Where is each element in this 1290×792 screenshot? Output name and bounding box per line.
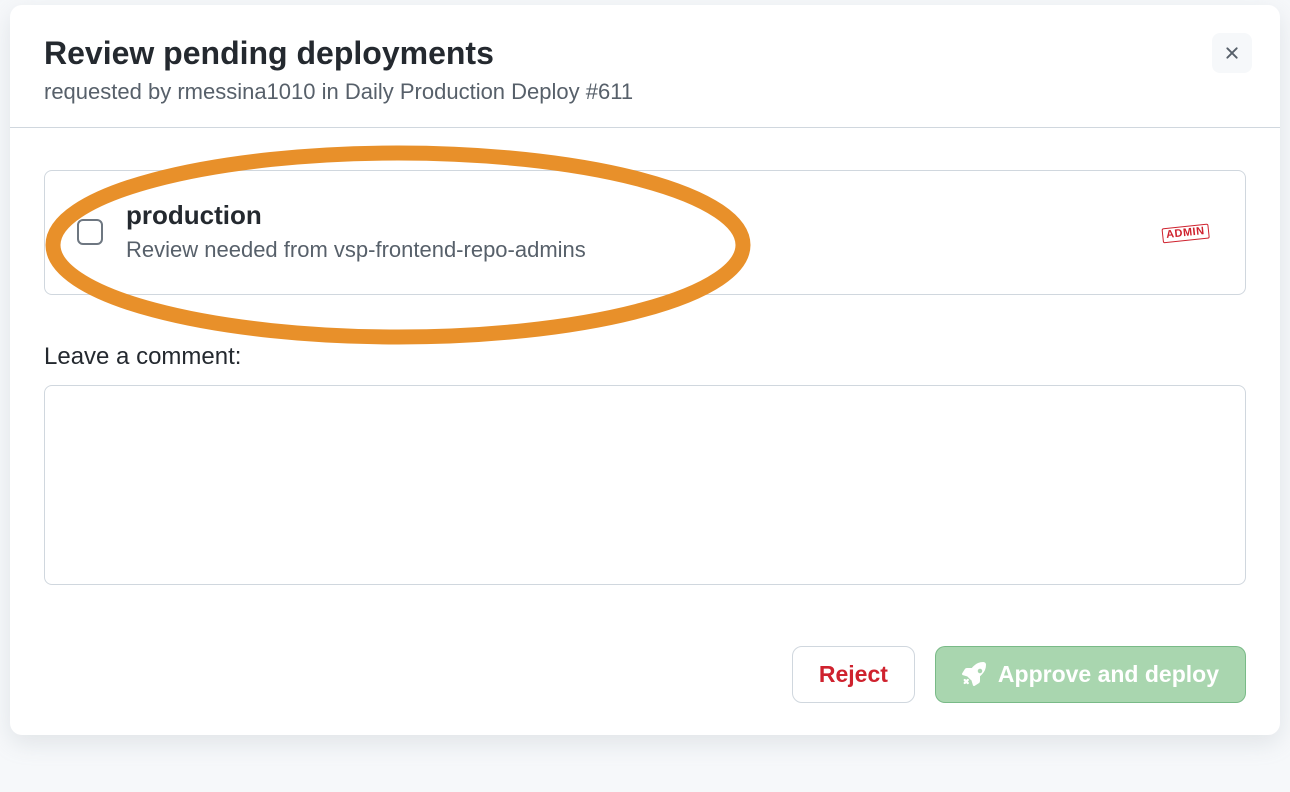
environment-item[interactable]: production Review needed from vsp-fronte… xyxy=(44,170,1246,295)
reject-button[interactable]: Reject xyxy=(792,646,915,704)
workflow-name: Daily Production Deploy #611 xyxy=(345,79,633,104)
rocket-icon xyxy=(962,662,986,686)
environment-text: production Review needed from vsp-fronte… xyxy=(126,199,1142,266)
admin-badge-text: ADMIN xyxy=(1162,224,1210,244)
comment-textarea[interactable] xyxy=(44,385,1246,585)
environment-checkbox[interactable] xyxy=(77,219,103,245)
approve-deploy-button[interactable]: Approve and deploy xyxy=(935,646,1246,704)
environment-name: production xyxy=(126,199,1142,233)
review-deployments-dialog: Review pending deployments requested by … xyxy=(10,5,1280,735)
subtitle-mid: in xyxy=(316,79,345,104)
dialog-subtitle: requested by rmessina1010 in Daily Produ… xyxy=(44,79,1246,105)
environment-section: production Review needed from vsp-fronte… xyxy=(44,170,1246,295)
review-prefix: Review needed from xyxy=(126,237,334,262)
dialog-header: Review pending deployments requested by … xyxy=(10,5,1280,128)
review-team: vsp-frontend-repo-admins xyxy=(334,237,586,262)
reject-button-label: Reject xyxy=(819,661,888,689)
environment-review-line: Review needed from vsp-frontend-repo-adm… xyxy=(126,235,1142,266)
comment-label: Leave a comment: xyxy=(44,343,1246,371)
close-icon xyxy=(1222,43,1242,63)
dialog-actions: Reject Approve and deploy xyxy=(44,646,1246,708)
dialog-title: Review pending deployments xyxy=(44,33,1246,73)
subtitle-prefix: requested by xyxy=(44,79,177,104)
approve-button-label: Approve and deploy xyxy=(998,661,1219,689)
dialog-body: production Review needed from vsp-fronte… xyxy=(10,128,1280,735)
close-button[interactable] xyxy=(1212,33,1252,73)
requester-name: rmessina1010 xyxy=(177,79,315,104)
admin-badge: ADMIN xyxy=(1162,221,1210,244)
